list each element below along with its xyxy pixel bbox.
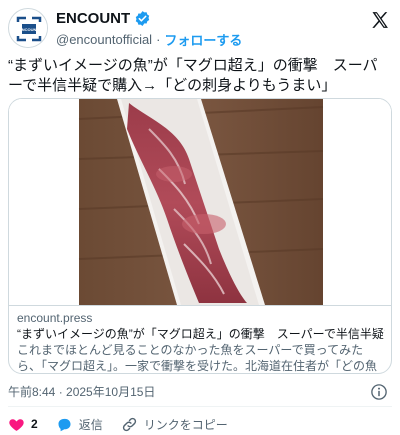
link-icon — [122, 417, 136, 431]
like-count: 2 — [31, 417, 38, 431]
like-button[interactable]: 2 — [8, 416, 38, 433]
x-logo-icon[interactable] — [370, 10, 390, 30]
copy-link-label: リンクをコピー — [143, 417, 228, 432]
svg-text:ENCOUNT: ENCOUNT — [19, 27, 39, 32]
action-bar: 2 返信 リンクをコピー — [8, 414, 246, 434]
handle-row: @encountofficial · フォローする — [56, 30, 242, 49]
card-description: これまでほとんど見ることのなかった魚をスーパーで買ってみたら、「マグロ超え」。一… — [17, 343, 378, 373]
verified-badge-icon — [135, 11, 150, 26]
card-domain: encount.press — [17, 311, 93, 325]
card-image[interactable] — [9, 99, 391, 305]
handle[interactable]: @encountofficial — [56, 32, 152, 47]
link-card[interactable]: encount.press “まずいイメージの魚”が「マグロ超え」の衝撃 スーパ… — [8, 98, 392, 374]
card-title: “まずいイメージの魚”が「マグロ超え」の衝撃 スーパーで半信半疑で… — [17, 327, 385, 341]
tweet-text: “まずいイメージの魚”が「マグロ超え」の衝撃 スーパーで半信半疑で購入→「どの刺… — [8, 57, 378, 94]
separator-dot: · — [156, 32, 161, 47]
timestamp[interactable]: 午前8:44 · 2025年10月15日 — [8, 385, 155, 399]
tweet-header: ENCOUNT ENCOUNT @encountofficial · フォローす… — [8, 8, 392, 48]
name-row: ENCOUNT — [56, 10, 151, 27]
reply-button[interactable]: 返信 — [56, 416, 103, 433]
sashimi-photo — [9, 99, 391, 305]
encount-logo-icon: ENCOUNT — [10, 10, 47, 47]
card-body[interactable]: encount.press “まずいイメージの魚”が「マグロ超え」の衝撃 スーパ… — [9, 305, 391, 373]
reply-icon — [58, 418, 71, 431]
info-icon[interactable] — [370, 383, 388, 401]
follow-button[interactable]: フォローする — [164, 30, 242, 49]
heart-icon — [9, 418, 24, 431]
display-name[interactable]: ENCOUNT — [56, 10, 130, 27]
reply-label: 返信 — [78, 417, 103, 432]
divider — [8, 406, 392, 407]
timestamp-row: 午前8:44 · 2025年10月15日 — [8, 383, 392, 403]
avatar[interactable]: ENCOUNT — [8, 8, 48, 48]
copy-link-button[interactable]: リンクをコピー — [121, 416, 228, 433]
